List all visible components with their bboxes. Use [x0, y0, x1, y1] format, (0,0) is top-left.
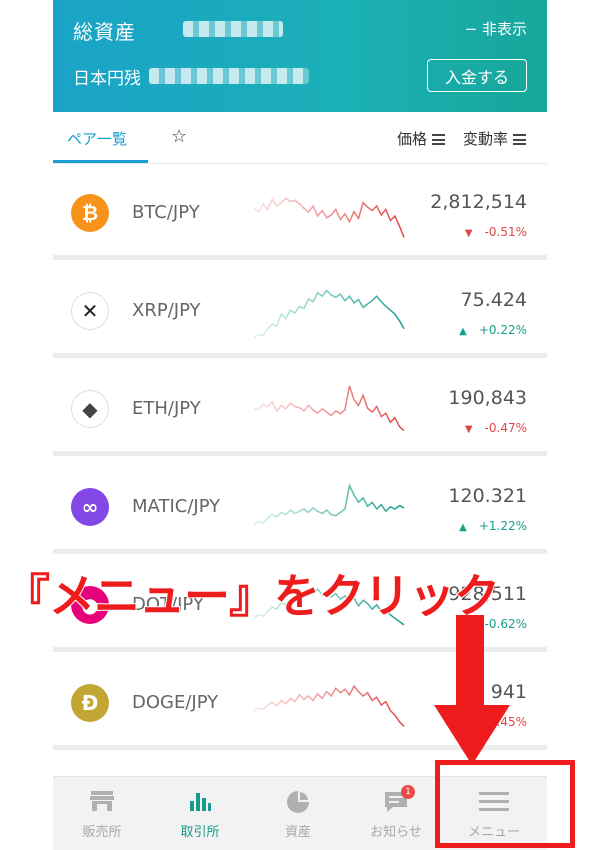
sort-price-label: 価格	[397, 130, 428, 148]
pair-name: ETH/JPY	[132, 398, 201, 419]
sort-change-label: 変動率	[463, 130, 509, 148]
nav-label: 資産	[284, 825, 311, 840]
sort-list-icon	[513, 134, 527, 145]
bitcoin-icon: ₿	[71, 194, 109, 232]
sparkline-path	[253, 684, 405, 727]
change-value: -0.47%	[484, 421, 527, 435]
coin-glyph: ✕	[81, 299, 99, 323]
pair-name: XRP/JPY	[132, 300, 201, 321]
nav-label: お知らせ	[370, 825, 422, 840]
up-triangle-icon: ▲	[459, 522, 467, 533]
price-sparkline	[253, 197, 405, 238]
pair-change: ▲ +0.22%	[459, 323, 527, 337]
tab-favorites[interactable]: ☆	[171, 126, 187, 147]
pointer-arrow	[434, 615, 510, 765]
sparkline-path	[253, 289, 405, 339]
masked-total-value	[183, 21, 283, 37]
coin-glyph: ₿	[81, 200, 99, 225]
pair-name: MATIC/JPY	[132, 496, 221, 517]
active-tab-indicator	[53, 160, 148, 163]
pair-change: ▼ -0.47%	[465, 421, 527, 435]
nav-item-assets[interactable]: 資産	[249, 777, 347, 850]
nav-item-notifications[interactable]: 1 お知らせ	[347, 777, 445, 850]
xrp-icon: ✕	[71, 292, 109, 330]
sparkline-path	[253, 197, 405, 238]
pair-change: ▼ -0.51%	[465, 225, 527, 239]
up-triangle-icon: ▲	[459, 326, 467, 337]
pair-row[interactable]: ◆ ETH/JPY 190,843 ▼ -0.47%	[53, 361, 547, 456]
nav-label: 販売所	[82, 825, 122, 840]
menu-highlight-box	[435, 760, 575, 848]
hide-balance-button[interactable]: − 非表示	[465, 18, 527, 39]
nav-item-exchange[interactable]: 取引所	[151, 777, 249, 850]
masked-jpy-value	[149, 68, 309, 84]
store-icon	[90, 791, 114, 811]
down-triangle-icon: ▼	[464, 424, 473, 435]
dogecoin-icon: Ð	[71, 684, 109, 722]
jpy-balance-label: 日本円残	[73, 69, 141, 89]
pair-price: 2,812,514	[430, 191, 527, 213]
tab-pair-list[interactable]: ペア一覧	[67, 128, 127, 149]
pair-name: DOGE/JPY	[132, 692, 219, 713]
coin-glyph: Ð	[81, 691, 99, 715]
pair-row[interactable]: ✕ XRP/JPY 75.424 ▲ +0.22%	[53, 263, 547, 358]
price-sparkline	[253, 289, 405, 339]
instruction-annotation: 『メニュー』をクリック	[3, 568, 501, 624]
pair-price: 75.424	[460, 289, 527, 311]
sparkline-path	[253, 483, 405, 526]
notification-badge: 1	[401, 785, 415, 799]
change-value: -0.51%	[484, 225, 527, 239]
polygon-icon: ∞	[71, 488, 109, 526]
sort-list-icon	[432, 134, 446, 145]
sort-by-change-button[interactable]: 変動率	[463, 128, 527, 149]
coin-glyph: ∞	[81, 495, 99, 519]
asset-header: 総資産 − 非表示 日本円残 入金する	[53, 0, 547, 112]
ethereum-icon: ◆	[71, 390, 109, 428]
pair-name: BTC/JPY	[132, 202, 200, 223]
price-sparkline	[253, 483, 405, 526]
down-triangle-icon: ▼	[464, 228, 473, 239]
coin-glyph: ◆	[82, 397, 98, 421]
total-assets-label: 総資産	[73, 20, 136, 44]
nav-item-store[interactable]: 販売所	[53, 777, 151, 850]
price-sparkline	[253, 684, 405, 727]
pair-change: ▲ +1.22%	[459, 519, 527, 533]
pair-price: 120.321	[448, 485, 527, 507]
price-sparkline	[253, 385, 405, 432]
pair-price: 190,843	[448, 387, 527, 409]
sparkline-path	[253, 385, 405, 432]
nav-label: 取引所	[180, 825, 220, 840]
pair-tabs: ペア一覧 ☆ 価格 変動率	[53, 112, 547, 164]
pair-row[interactable]: ₿ BTC/JPY 2,812,514 ▼ -0.51%	[53, 165, 547, 260]
change-value: +0.22%	[478, 323, 527, 337]
deposit-button[interactable]: 入金する	[427, 59, 527, 92]
sort-by-price-button[interactable]: 価格	[397, 128, 446, 149]
pie-chart-icon	[287, 791, 309, 813]
bar-chart-icon	[190, 793, 211, 811]
change-value: +1.22%	[478, 519, 527, 533]
pair-row[interactable]: ∞ MATIC/JPY 120.321 ▲ +1.22%	[53, 459, 547, 554]
